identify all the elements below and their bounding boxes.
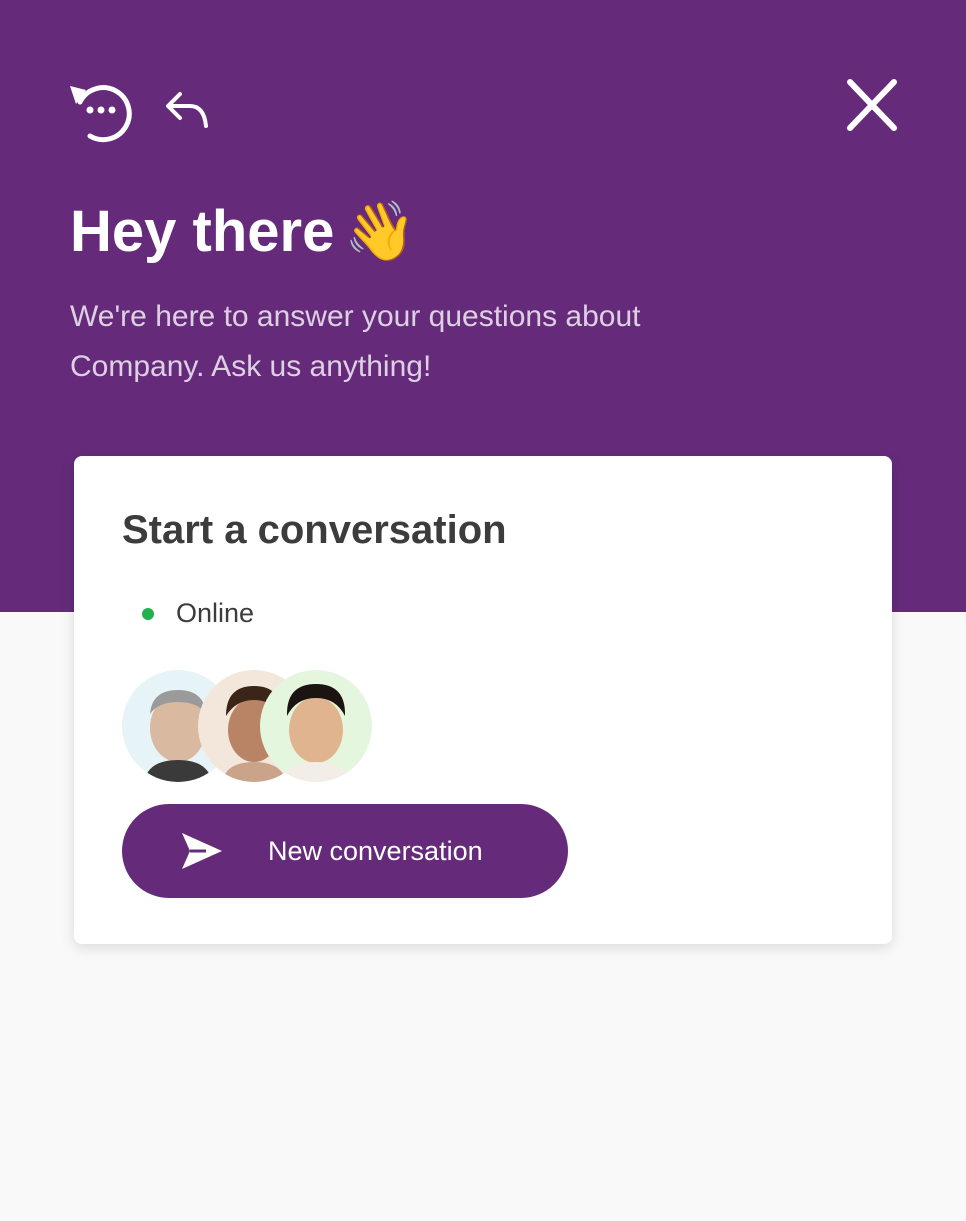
history-button[interactable] <box>66 76 134 144</box>
send-icon <box>180 831 224 871</box>
greeting-text: Hey there <box>70 199 335 264</box>
waving-hand-icon: 👋 <box>344 199 417 264</box>
status-indicator: Online <box>142 598 254 629</box>
status-label: Online <box>176 598 255 628</box>
history-icon <box>70 85 132 143</box>
team-avatars <box>122 670 382 786</box>
new-conversation-label: New conversation <box>268 835 483 866</box>
card-title: Start a conversation <box>122 508 507 552</box>
close-button[interactable] <box>840 74 904 138</box>
greeting-title: Hey there 👋 <box>70 196 417 268</box>
new-conversation-button[interactable]: New conversation <box>122 804 568 898</box>
back-icon <box>166 92 208 128</box>
online-dot-icon <box>142 607 154 620</box>
greeting-subtitle: We're here to answer your questions abou… <box>70 300 641 383</box>
close-icon <box>847 79 897 131</box>
back-button[interactable] <box>160 84 214 138</box>
start-conversation-card: Start a conversation Online New conversa… <box>74 456 892 944</box>
avatar <box>260 670 372 782</box>
